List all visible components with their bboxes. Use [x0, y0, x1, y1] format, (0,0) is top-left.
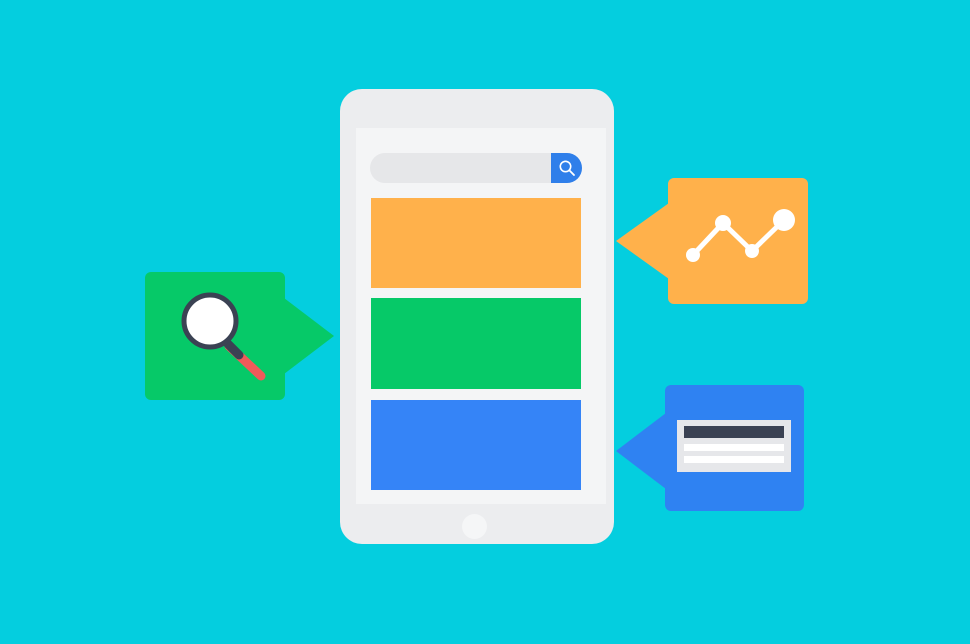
- line-chart-icon: [678, 198, 803, 273]
- speech-bubble-analytics: [668, 178, 808, 304]
- bubble-tail-blue: [616, 413, 666, 489]
- bubble-tail-orange: [616, 203, 669, 279]
- speech-bubble-search: [145, 272, 285, 400]
- magnifier-icon: [179, 288, 269, 383]
- bubble-tail-green: [284, 298, 334, 374]
- search-icon: [558, 159, 576, 177]
- card-lines-icon: [677, 420, 792, 476]
- speech-bubble-content: [665, 385, 804, 511]
- content-block-blue[interactable]: [371, 400, 581, 490]
- search-button[interactable]: [551, 153, 582, 183]
- content-block-green[interactable]: [371, 298, 581, 389]
- content-block-orange[interactable]: [371, 198, 581, 288]
- home-button[interactable]: [462, 514, 487, 539]
